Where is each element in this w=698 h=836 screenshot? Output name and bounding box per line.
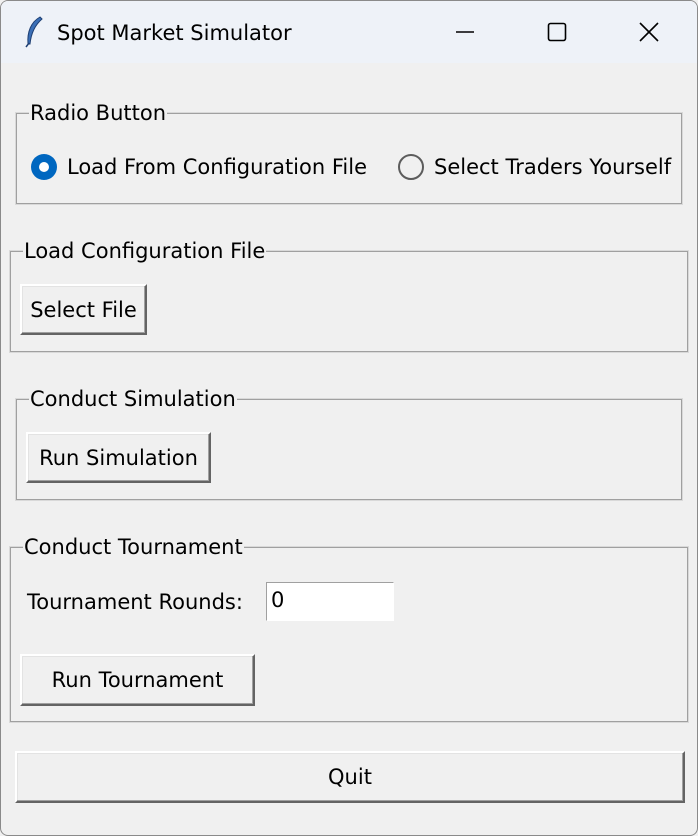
maximize-icon[interactable]: [537, 15, 577, 49]
radio-select-traders-label: Select Traders Yourself: [434, 155, 672, 179]
simulation-group: Conduct Simulation Run Simulation: [15, 386, 683, 501]
app-window: Spot Market Simulator Radio Button Load …: [0, 0, 698, 836]
tournament-rounds-input[interactable]: 0: [266, 582, 394, 621]
simulation-group-label: Conduct Simulation: [29, 386, 237, 412]
run-simulation-button[interactable]: Run Simulation: [26, 432, 211, 483]
radio-load-config[interactable]: Load From Configuration File: [31, 154, 367, 180]
config-group: Load Configuration File Select File: [9, 238, 689, 353]
close-icon[interactable]: [629, 15, 669, 49]
tournament-group: Conduct Tournament Tournament Rounds: 0 …: [9, 534, 689, 723]
quit-button[interactable]: Quit: [15, 751, 685, 803]
tournament-rounds-label: Tournament Rounds:: [27, 590, 243, 614]
run-tournament-button[interactable]: Run Tournament: [20, 654, 255, 706]
config-group-label: Load Configuration File: [23, 238, 267, 264]
tournament-group-label: Conduct Tournament: [23, 534, 244, 560]
window-title: Spot Market Simulator: [57, 21, 292, 45]
title-bar[interactable]: Spot Market Simulator: [1, 1, 697, 63]
radio-load-config-label: Load From Configuration File: [67, 155, 367, 179]
mode-group-label: Radio Button: [29, 100, 168, 126]
minimize-icon[interactable]: [445, 15, 485, 49]
mode-group: Radio Button Load From Configuration Fil…: [15, 100, 683, 205]
select-file-button[interactable]: Select File: [20, 284, 147, 335]
feather-icon: [23, 16, 45, 48]
radio-selected-icon[interactable]: [31, 154, 57, 180]
radio-unselected-icon[interactable]: [398, 154, 424, 180]
radio-select-traders[interactable]: Select Traders Yourself: [398, 154, 671, 180]
